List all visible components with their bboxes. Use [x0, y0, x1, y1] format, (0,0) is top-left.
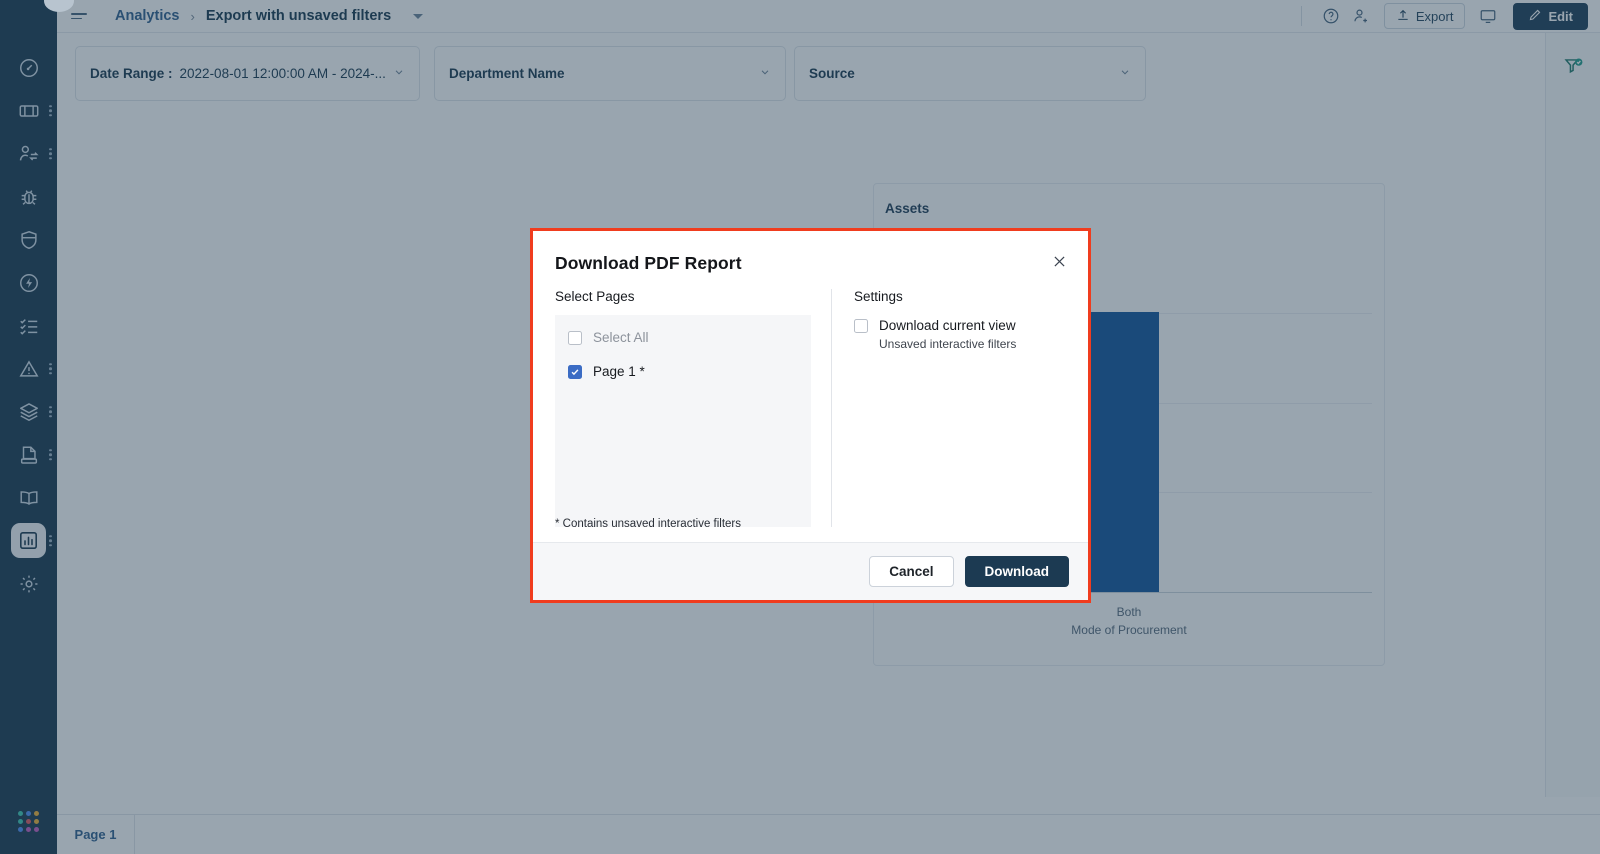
cancel-button-label: Cancel [889, 564, 934, 579]
select-pages-label: Select Pages [555, 289, 635, 304]
download-button[interactable]: Download [964, 556, 1069, 587]
checkbox-select-all-label: Select All [593, 330, 649, 345]
dialog-title: Download PDF Report [555, 253, 742, 273]
setting-subtitle: Unsaved interactive filters [879, 337, 1017, 351]
checkbox-select-all[interactable]: Select All [568, 329, 798, 346]
cancel-button[interactable]: Cancel [869, 556, 954, 587]
checkbox-box[interactable] [568, 365, 582, 379]
download-button-label: Download [984, 564, 1050, 579]
close-icon[interactable] [1048, 250, 1070, 272]
checkbox-download-current-view-label: Download current view Unsaved interactiv… [879, 317, 1016, 353]
dialog-footer: Cancel Download [533, 542, 1088, 600]
dialog-body: Download PDF Report Select Pages Select … [533, 231, 1088, 542]
settings-column: Settings Download current view Unsaved i… [854, 289, 1066, 527]
settings-label: Settings [854, 289, 903, 304]
checkbox-box[interactable] [568, 331, 582, 345]
page-list: Select All Page 1 * [555, 315, 811, 527]
setting-title: Download current view [879, 318, 1016, 333]
column-divider [831, 289, 832, 527]
download-pdf-report-dialog: Download PDF Report Select Pages Select … [530, 228, 1091, 603]
checkbox-page-1-label: Page 1 * [593, 364, 645, 379]
dialog-footnote: * Contains unsaved interactive filters [555, 518, 742, 530]
select-pages-column: Select Pages Select All Page 1 * [555, 289, 811, 527]
app-root: Analytics › Export with unsaved filters [0, 0, 1600, 854]
checkbox-page-1[interactable]: Page 1 * [568, 363, 798, 380]
dialog-columns: Select Pages Select All Page 1 * Setting… [555, 289, 1066, 527]
checkbox-download-current-view[interactable]: Download current view Unsaved interactiv… [854, 317, 1066, 353]
checkbox-box[interactable] [854, 319, 868, 333]
